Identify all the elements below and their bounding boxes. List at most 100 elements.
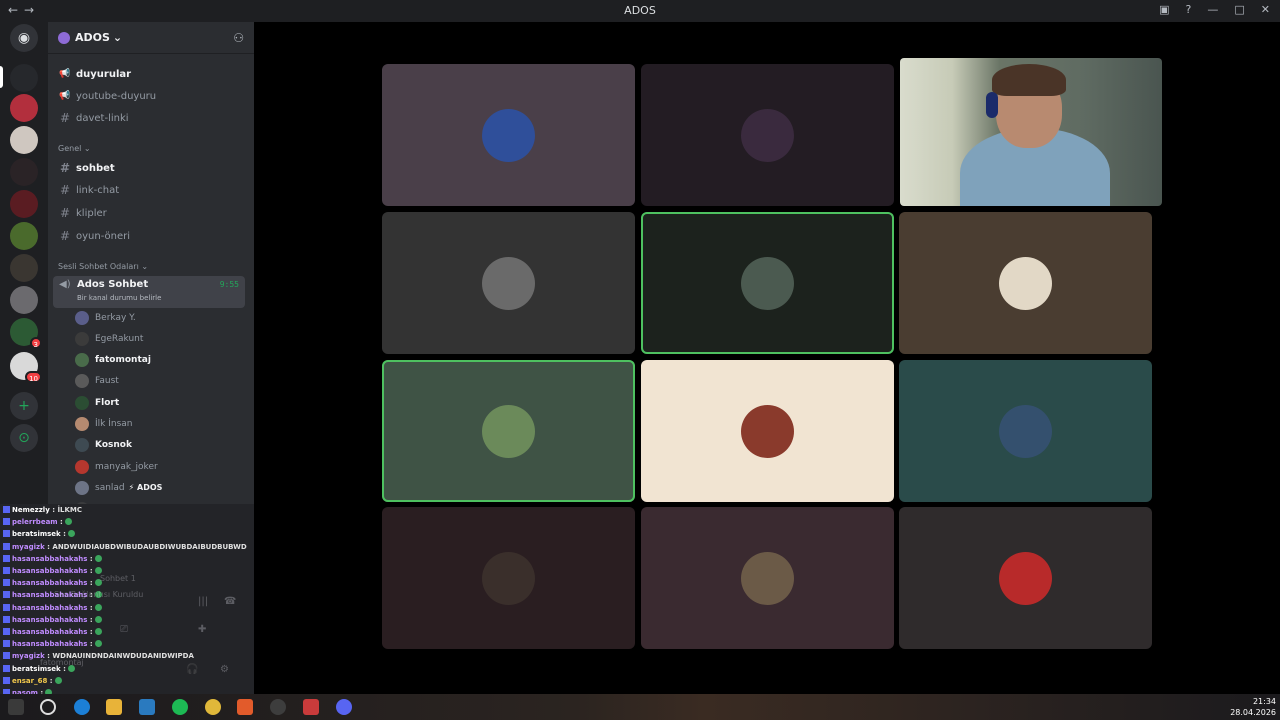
channel-link-chat[interactable]: # link-chat (58, 180, 119, 200)
participant-tile[interactable] (899, 507, 1152, 649)
chat-username: ensar_68 (12, 676, 48, 685)
server-icon[interactable] (10, 286, 38, 314)
chat-username: hasansabbahakahs (12, 640, 88, 649)
active-server-indicator (0, 66, 3, 88)
edge-icon[interactable] (74, 699, 90, 715)
disconnect-icon[interactable]: ☎ (224, 596, 236, 607)
chat-message: : (87, 579, 93, 588)
chat-username: beratsimsek (12, 530, 61, 539)
voice-user[interactable]: fatomontaj (75, 351, 151, 370)
screen-share-icon[interactable]: ⎚ (120, 624, 128, 635)
participant-avatar (482, 552, 535, 605)
files-icon[interactable] (106, 699, 122, 715)
voice-user[interactable]: Flort (75, 393, 119, 412)
desktop-icon[interactable] (139, 699, 155, 715)
chat-line: hasansabbahakahs : (3, 614, 102, 626)
voice-channel-ados-sohbet[interactable]: ◀) Ados Sohbet Bir kanal durumu belirle … (53, 276, 245, 308)
webcam-hair (992, 64, 1066, 96)
chat-username: hasansabbahakahs (12, 615, 88, 624)
channel-oyun-öneri[interactable]: # oyun-öneri (58, 226, 130, 246)
search-icon[interactable] (40, 699, 56, 715)
minimize-button[interactable]: — (1207, 3, 1218, 16)
server-icon[interactable] (10, 126, 38, 154)
video-grid (254, 22, 1280, 694)
close-button[interactable]: ✕ (1261, 3, 1270, 16)
chat-message: : (87, 603, 93, 612)
inbox-icon[interactable]: ▣ (1159, 3, 1169, 16)
discord-icon[interactable] (336, 699, 352, 715)
discord-home-icon[interactable]: ◉ (10, 24, 38, 52)
participant-tile[interactable] (382, 212, 635, 354)
server-header[interactable]: ADOS ⌄ ⚇ (48, 22, 254, 54)
hash-icon: # (59, 229, 71, 243)
participant-tile[interactable] (641, 507, 894, 649)
voice-timer: 9:55 (219, 280, 239, 289)
participant-tile[interactable] (382, 507, 635, 649)
server-icon[interactable]: 10 (10, 352, 42, 383)
participant-tile[interactable] (641, 64, 894, 206)
server-icon[interactable]: 3 (10, 318, 42, 349)
brave-icon[interactable] (237, 699, 253, 715)
voice-user[interactable]: İlk İnsan (75, 415, 133, 434)
noise-icon[interactable]: ||| (198, 596, 208, 607)
chat-line: myagizk : ANDWUIDIAUBDWIBUDAUBDIWUBDAIBU… (3, 541, 247, 553)
channel-davet-linki[interactable]: # davet-linki (58, 108, 129, 128)
category-genel[interactable]: Genel ⌄ (58, 144, 91, 153)
server-icon[interactable] (10, 222, 38, 250)
webcam-stream[interactable] (900, 58, 1162, 206)
channel-sohbet[interactable]: # sohbet (58, 158, 115, 178)
start-icon[interactable] (8, 699, 24, 715)
participant-tile[interactable] (382, 360, 635, 502)
spotify-icon[interactable] (172, 699, 188, 715)
discover-icon[interactable]: ⊙ (10, 424, 38, 452)
voice-user[interactable]: sanlad ⚡ ADOS (75, 478, 162, 497)
participant-avatar (741, 109, 794, 162)
voice-channel-status[interactable]: Bir kanal durumu belirle (77, 294, 161, 302)
system-clock[interactable]: 21:34 28.04.2026 (1230, 696, 1276, 718)
badge-icon (3, 676, 10, 684)
add-member-icon[interactable]: ⚇ (233, 31, 244, 45)
chrome-icon[interactable] (205, 699, 221, 715)
settings-icon[interactable]: ⚙ (220, 664, 229, 675)
game-icon[interactable] (303, 699, 319, 715)
voice-user[interactable]: manyak_joker (75, 457, 158, 476)
server-name: ADOS (75, 31, 110, 44)
channel-duyurular[interactable]: 📢 duyurular (58, 64, 131, 84)
title-bar: ←→ ADOS ▣ ? — □ ✕ (0, 0, 1280, 22)
avatar (75, 331, 89, 346)
badge-icon (3, 530, 10, 538)
participant-tile[interactable] (899, 360, 1152, 502)
activity-icon[interactable]: ✚ (198, 624, 206, 635)
chat-message: : ANDWUIDIAUBDWIBUDAUBDIWUBDAIBUDBUBWD (44, 542, 247, 551)
server-icon[interactable] (10, 254, 38, 282)
chat-message: : (87, 567, 93, 575)
badge-icon (3, 506, 10, 513)
channel-label: oyun-öneri (76, 230, 131, 242)
channel-youtube-duyuru[interactable]: 📢 youtube-duyuru (58, 86, 156, 106)
voice-user[interactable]: Faust (75, 372, 119, 391)
server-icon[interactable] (10, 158, 38, 186)
speaker-icon: ◀) (59, 279, 71, 290)
channel-label: link-chat (76, 184, 120, 196)
channel-klipler[interactable]: # klipler (58, 203, 107, 223)
participant-tile[interactable] (641, 212, 894, 354)
participant-tile[interactable] (899, 212, 1152, 354)
server-icon[interactable] (10, 190, 38, 218)
server-icon[interactable] (10, 94, 38, 122)
add-server-icon[interactable]: + (10, 392, 38, 420)
server-icon[interactable] (10, 64, 38, 92)
avatar (75, 395, 89, 410)
voice-user[interactable]: EgeRakunt (75, 329, 143, 348)
headphones-icon[interactable]: 🎧 (186, 664, 198, 675)
chat-message: : İLKMC (49, 506, 83, 514)
maximize-button[interactable]: □ (1234, 3, 1244, 16)
voice-user[interactable]: Kosnok (75, 436, 132, 455)
voice-user[interactable]: Berkay Y. (75, 308, 136, 327)
participant-tile[interactable] (382, 64, 635, 206)
help-icon[interactable]: ? (1186, 3, 1192, 16)
obs-icon[interactable] (270, 699, 286, 715)
category-voice[interactable]: Sesli Sohbet Odaları ⌄ (58, 262, 148, 271)
voice-channel-label: Sohbet 1 (100, 574, 136, 583)
voice-user-name: manyak_joker (95, 461, 158, 472)
participant-tile[interactable] (641, 360, 894, 502)
